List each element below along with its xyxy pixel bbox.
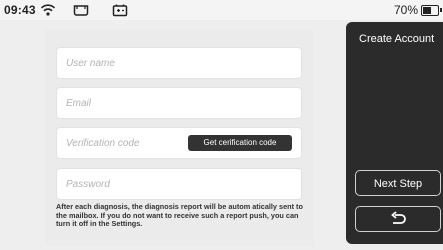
back-button[interactable] bbox=[355, 206, 441, 232]
report-notice-text: After each diagnosis, the diagnosis repo… bbox=[56, 202, 303, 229]
sd-card-icon bbox=[73, 5, 89, 16]
panel-title: Create Account bbox=[359, 33, 435, 45]
next-step-button[interactable]: Next Step bbox=[355, 170, 441, 196]
battery-icon bbox=[421, 5, 442, 16]
back-arrow-icon bbox=[391, 211, 406, 224]
verification-field-box: Get cerification code bbox=[57, 128, 301, 158]
email-field-box bbox=[57, 88, 301, 118]
wifi-icon bbox=[40, 4, 56, 16]
email-input[interactable] bbox=[57, 88, 301, 118]
username-field-box bbox=[57, 48, 301, 78]
status-bar: 09:43 70% bbox=[0, 0, 443, 20]
get-verification-code-button[interactable]: Get cerification code bbox=[188, 135, 292, 151]
password-field-box bbox=[57, 169, 301, 199]
password-input[interactable] bbox=[57, 169, 301, 199]
battery-percent: 70% bbox=[393, 3, 418, 17]
account-form: Get cerification code After each diagnos… bbox=[45, 30, 313, 245]
status-time: 09:43 bbox=[4, 3, 36, 17]
battery-status-icon bbox=[112, 4, 128, 17]
side-panel: Create Account Next Step bbox=[346, 22, 443, 244]
username-input[interactable] bbox=[57, 48, 301, 78]
screen: 09:43 70% Get cerification code bbox=[0, 0, 443, 250]
